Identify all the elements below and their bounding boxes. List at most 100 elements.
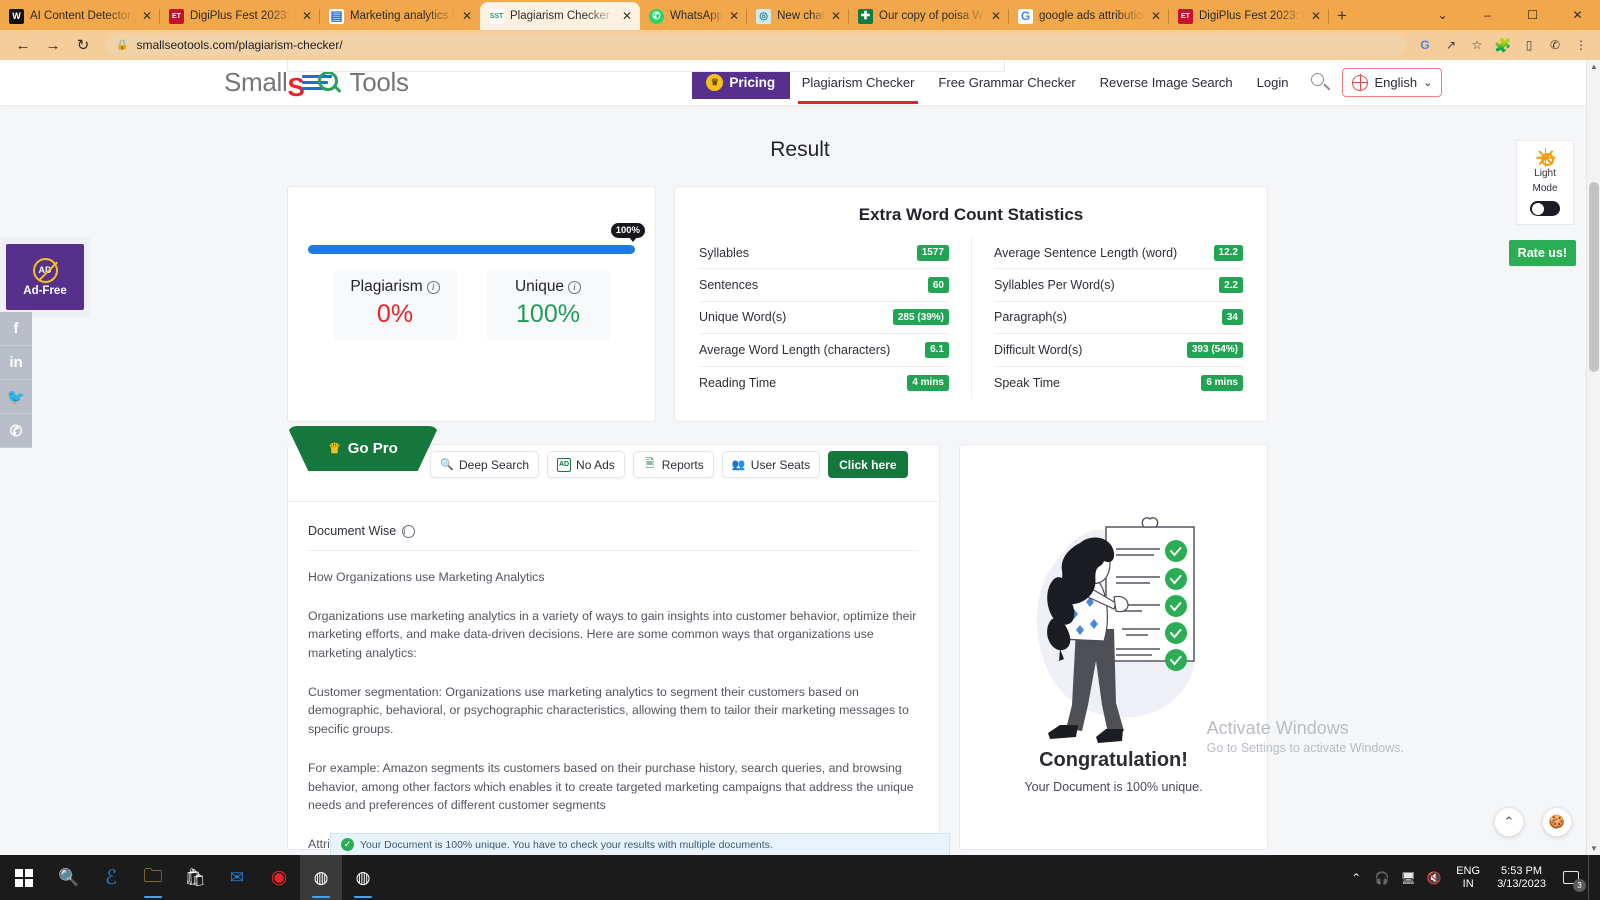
page-scrollbar-thumb[interactable] [1589, 182, 1599, 372]
google-profile-icon[interactable]: G [1414, 34, 1436, 56]
light-mode-widget[interactable]: Light Mode [1516, 140, 1574, 225]
folder-icon[interactable]: 🗀 [132, 855, 174, 900]
statistics-column-right: Average Sentence Length (word) 12.2 Syll… [971, 237, 1247, 399]
browser-tab[interactable]: G google ads attribution ✕ [1009, 2, 1169, 30]
stat-name: Reading Time [699, 375, 777, 390]
address-bar[interactable]: 🔒 smallseotools.com/plagiarism-checker/ [106, 34, 1406, 56]
info-icon[interactable]: i [426, 280, 440, 294]
page-scrollbar[interactable]: ▲ ▼ [1586, 60, 1600, 855]
stat-row: Average Word Length (characters) 6.1 [699, 334, 949, 367]
browser-tab[interactable]: ✚ Our copy of poisa Wri ✕ [849, 2, 1009, 30]
scroll-down-arrow[interactable]: ▼ [1590, 844, 1598, 853]
whatsapp-icon[interactable]: ✆ [0, 414, 32, 448]
stat-row: Speak Time 6 mins [994, 367, 1243, 399]
windows-logo-icon[interactable] [0, 855, 48, 900]
notification-center-button[interactable]: 3 [1554, 855, 1588, 900]
reload-icon[interactable]: ↻ [68, 32, 98, 58]
facebook-icon[interactable]: f [0, 312, 32, 346]
close-window-button[interactable]: ✕ [1555, 0, 1600, 30]
go-pro-tab[interactable]: ♛ Go Pro [287, 426, 439, 471]
browser-tab[interactable]: W AI Content Detector | ✕ [0, 2, 160, 30]
document-paragraph: Organizations use marketing analytics in… [308, 608, 917, 661]
info-icon[interactable]: i [568, 280, 582, 294]
display-icon[interactable]: 🖥 [1395, 855, 1421, 900]
user-seats-button[interactable]: 👥 User Seats [721, 451, 821, 478]
forward-icon[interactable]: → [38, 32, 68, 58]
browser-toolbar: ← → ↻ 🔒 smallseotools.com/plagiarism-che… [0, 30, 1600, 60]
tab-title: DigiPlus Fest 2023: Ne [1199, 10, 1305, 22]
stat-value-badge: 1577 [916, 244, 949, 261]
sidebar-icon[interactable]: ▯ [1518, 34, 1540, 56]
chrome-icon[interactable]: ◍ [300, 855, 342, 900]
close-icon[interactable]: ✕ [831, 10, 843, 22]
browser-tab[interactable]: ◎ New chat ✕ [747, 2, 849, 30]
chrome-icon[interactable]: ◍ [342, 855, 384, 900]
chevron-down-icon[interactable]: ⌄ [1420, 0, 1465, 30]
logo-text-small: Small [224, 67, 288, 97]
document-text-area[interactable]: How Organizations use Marketing Analytic… [308, 568, 919, 855]
back-icon[interactable]: ← [8, 32, 38, 58]
cookie-icon[interactable]: 🍪 [1542, 807, 1572, 837]
plagiarism-score-card: 100% Plagiarism i 0% Unique i 100% [287, 186, 656, 422]
rate-us-button[interactable]: Rate us! [1508, 240, 1576, 266]
close-icon[interactable]: ✕ [729, 10, 741, 22]
no-ads-button[interactable]: AD No Ads [547, 451, 625, 478]
share-icon[interactable]: ↗ [1440, 34, 1462, 56]
new-tab-button[interactable]: + [1329, 6, 1357, 30]
browser-tab[interactable]: ET DigiPlus Fest 2023: Ne ✕ [160, 2, 320, 30]
nav-link-reverse-image-search[interactable]: Reverse Image Search [1088, 75, 1245, 90]
tab-title: WhatsApp [670, 10, 724, 22]
language-selector[interactable]: English ⌄ [1342, 68, 1443, 97]
users-icon: 👥 [731, 459, 746, 471]
close-icon[interactable]: ✕ [991, 10, 1003, 22]
congratulation-subtitle: Your Document is 100% unique. [1024, 780, 1203, 794]
chevron-up-icon[interactable]: ⌃ [1494, 807, 1524, 837]
volume-muted-icon[interactable]: 🔇 [1421, 855, 1447, 900]
deep-search-button[interactable]: 🔍 Deep Search [430, 451, 540, 478]
linkedin-icon[interactable]: in [0, 346, 32, 380]
store-icon[interactable]: 🛍 [174, 855, 216, 900]
nav-link-login[interactable]: Login [1245, 75, 1301, 90]
scroll-up-arrow[interactable]: ▲ [1590, 62, 1598, 71]
crown-icon: ♛ [706, 74, 724, 91]
stat-value-badge: 393 (54%) [1186, 341, 1243, 358]
close-icon[interactable]: ✕ [142, 10, 154, 22]
ad-free-badge[interactable]: AD Ad-Free [0, 237, 90, 317]
browser-tab[interactable]: ✆ WhatsApp ✕ [640, 2, 748, 30]
edge-icon[interactable]: ℰ [90, 855, 132, 900]
info-icon[interactable]: i [402, 524, 416, 538]
show-desktop-button[interactable] [1588, 855, 1594, 900]
whatsapp-icon[interactable]: ✆ [1544, 34, 1566, 56]
nav-link-plagiarism-checker[interactable]: Plagiarism Checker [790, 75, 927, 104]
close-icon[interactable]: ✕ [1311, 10, 1323, 22]
minimize-button[interactable]: – [1465, 0, 1510, 30]
go-pro-label: Go Pro [347, 440, 398, 457]
nav-link-free-grammar-checker[interactable]: Free Grammar Checker [926, 75, 1087, 90]
stat-name: Syllables Per Word(s) [994, 278, 1115, 293]
maximize-button[interactable]: ☐ [1510, 0, 1555, 30]
reports-button[interactable]: 🗎 Reports [632, 451, 714, 478]
opera-icon[interactable]: ◉ [258, 855, 300, 900]
extensions-puzzle-icon[interactable]: 🧩 [1492, 34, 1514, 56]
close-icon[interactable]: ✕ [622, 10, 634, 22]
magnifier-icon[interactable]: 🔍 [48, 855, 90, 900]
headset-muted-icon[interactable]: 🎧 [1369, 855, 1395, 900]
chevron-down-icon: ⌄ [1423, 77, 1433, 89]
tray-chevron-up-icon[interactable]: ⌃ [1343, 855, 1369, 900]
light-mode-toggle[interactable] [1530, 201, 1560, 216]
twitter-icon[interactable]: 🐦 [0, 380, 32, 414]
clock[interactable]: 5:53 PM 3/13/2023 [1489, 865, 1554, 890]
language-indicator[interactable]: ENG IN [1447, 865, 1489, 890]
browser-tab[interactable]: ▤ Marketing analytics fa ✕ [320, 2, 480, 30]
browser-tab-active[interactable]: SST Plagiarism Checker - 1 ✕ [480, 2, 640, 30]
chrome-menu-icon[interactable]: ⋮ [1570, 34, 1592, 56]
mail-icon[interactable]: ✉ [216, 855, 258, 900]
click-here-button[interactable]: Click here [828, 451, 908, 478]
close-icon[interactable]: ✕ [302, 10, 314, 22]
close-icon[interactable]: ✕ [1151, 10, 1163, 22]
close-icon[interactable]: ✕ [462, 10, 474, 22]
bookmark-star-icon[interactable]: ☆ [1466, 34, 1488, 56]
notification-count-badge: 3 [1573, 879, 1586, 892]
search-icon[interactable] [1308, 70, 1334, 96]
browser-tab[interactable]: ET DigiPlus Fest 2023: Ne ✕ [1169, 2, 1329, 30]
